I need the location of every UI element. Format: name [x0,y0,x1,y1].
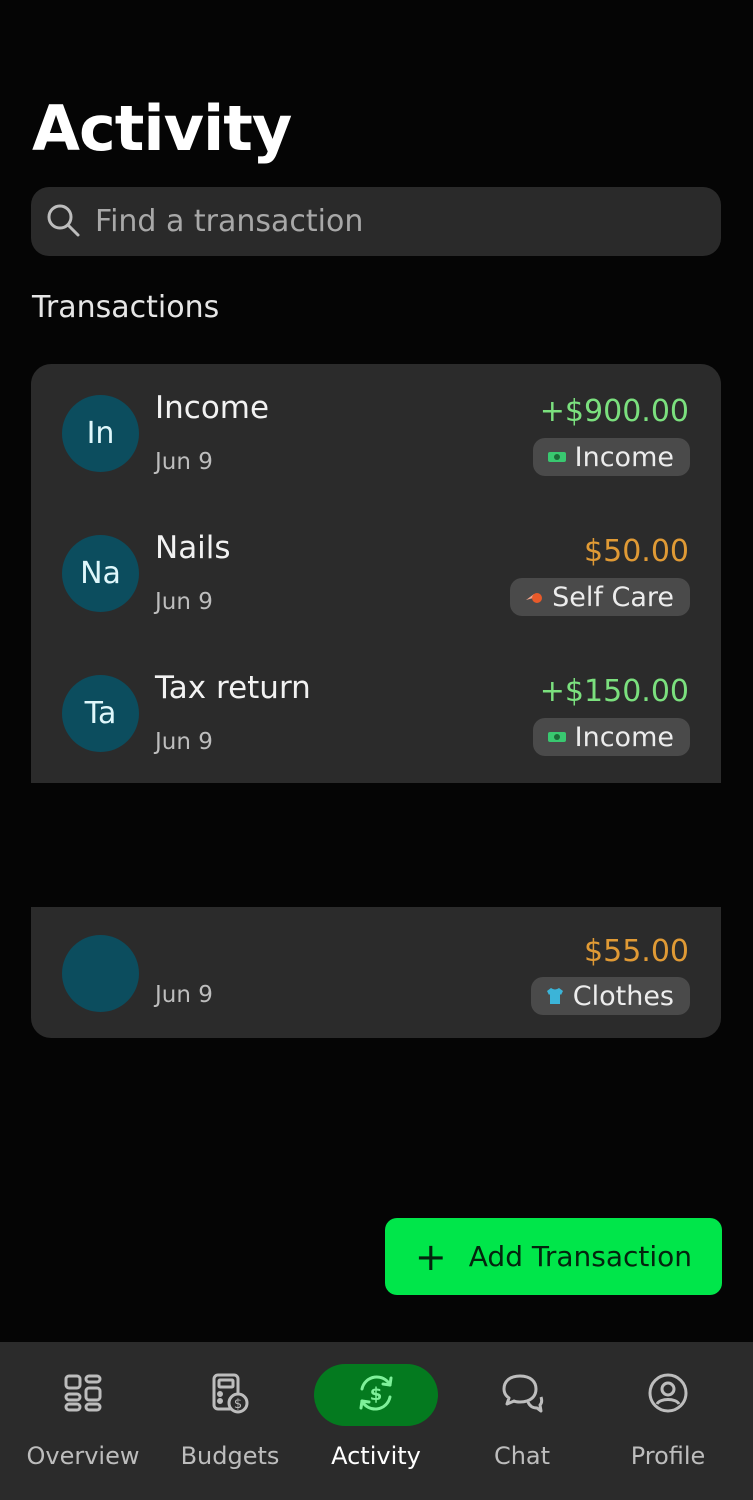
transactions-card: In Income Jun 9 +$900.00 Income Na Nails… [31,364,721,783]
grid-icon [63,1373,103,1417]
transaction-amount: +$900.00 [539,394,689,429]
transaction-row[interactable]: Ta Tax return Jun 9 +$150.00 Income [31,644,721,764]
category-label: Income [574,721,674,753]
tshirt-icon [545,987,565,1005]
avatar: In [62,395,139,472]
transaction-amount: $50.00 [584,534,689,569]
chat-icon [500,1372,544,1418]
search-icon [45,202,81,242]
transaction-name: Nails [155,530,231,566]
transaction-name: Income [155,390,270,426]
nav-label: Activity [331,1442,421,1470]
transaction-amount: $55.00 [584,934,689,969]
add-transaction-button[interactable]: + Add Transaction [385,1218,722,1295]
transaction-row[interactable]: Na Nails Jun 9 $50.00 Self Care [31,504,721,624]
category-label: Income [574,441,674,473]
dollar-cycle-icon: $ [354,1371,398,1419]
page-title: Activity [32,92,292,165]
cash-icon [547,450,567,464]
nav-icon-container [460,1364,584,1426]
transaction-name: Tax return [155,670,311,706]
svg-text:$: $ [234,1397,242,1412]
avatar [62,935,139,1012]
add-transaction-label: Add Transaction [468,1240,693,1273]
cash-icon [547,730,567,744]
nav-item-overview[interactable]: Overview [13,1342,153,1500]
category-badge: Income [532,718,690,756]
transaction-row[interactable]: In Income Jun 9 +$900.00 Income [31,364,721,484]
plus-icon: + [414,1234,447,1279]
nail-polish-icon [524,588,544,606]
avatar: Ta [62,675,139,752]
category-badge: Clothes [530,977,690,1015]
transaction-date: Jun 9 [155,589,213,615]
category-label: Clothes [572,980,674,1012]
category-badge: Income [532,438,690,476]
nav-item-activity[interactable]: $ Activity [306,1342,446,1500]
section-title: Transactions [32,290,220,325]
transactions-card: Jun 9 $55.00 Clothes [31,907,721,1038]
transaction-amount: +$150.00 [539,674,689,709]
nav-label: Chat [493,1442,551,1470]
nav-item-profile[interactable]: Profile [598,1342,738,1500]
nav-icon-container [606,1364,730,1426]
avatar: Na [62,535,139,612]
nav-label: Budgets [180,1442,280,1470]
nav-item-budgets[interactable]: $ Budgets [160,1342,300,1500]
profile-icon [646,1371,690,1419]
bottom-nav: Overview $ Budgets $ Activity Chat Profi… [0,1342,753,1500]
nav-icon-container: $ [168,1364,292,1426]
transaction-date: Jun 9 [155,729,213,755]
search-input[interactable] [93,203,687,240]
nav-icon-container [21,1364,145,1426]
category-badge: Self Care [510,578,690,616]
nav-icon-container: $ [314,1364,438,1426]
nav-item-chat[interactable]: Chat [452,1342,592,1500]
budget-icon: $ [210,1372,250,1418]
transaction-row[interactable]: Jun 9 $55.00 Clothes [31,907,721,1027]
transaction-date: Jun 9 [155,449,213,475]
search-bar[interactable] [31,187,721,256]
transaction-date: Jun 9 [155,982,213,1008]
nav-label: Profile [630,1442,706,1470]
nav-label: Overview [26,1442,140,1470]
svg-text:$: $ [370,1384,383,1405]
category-label: Self Care [552,581,674,613]
